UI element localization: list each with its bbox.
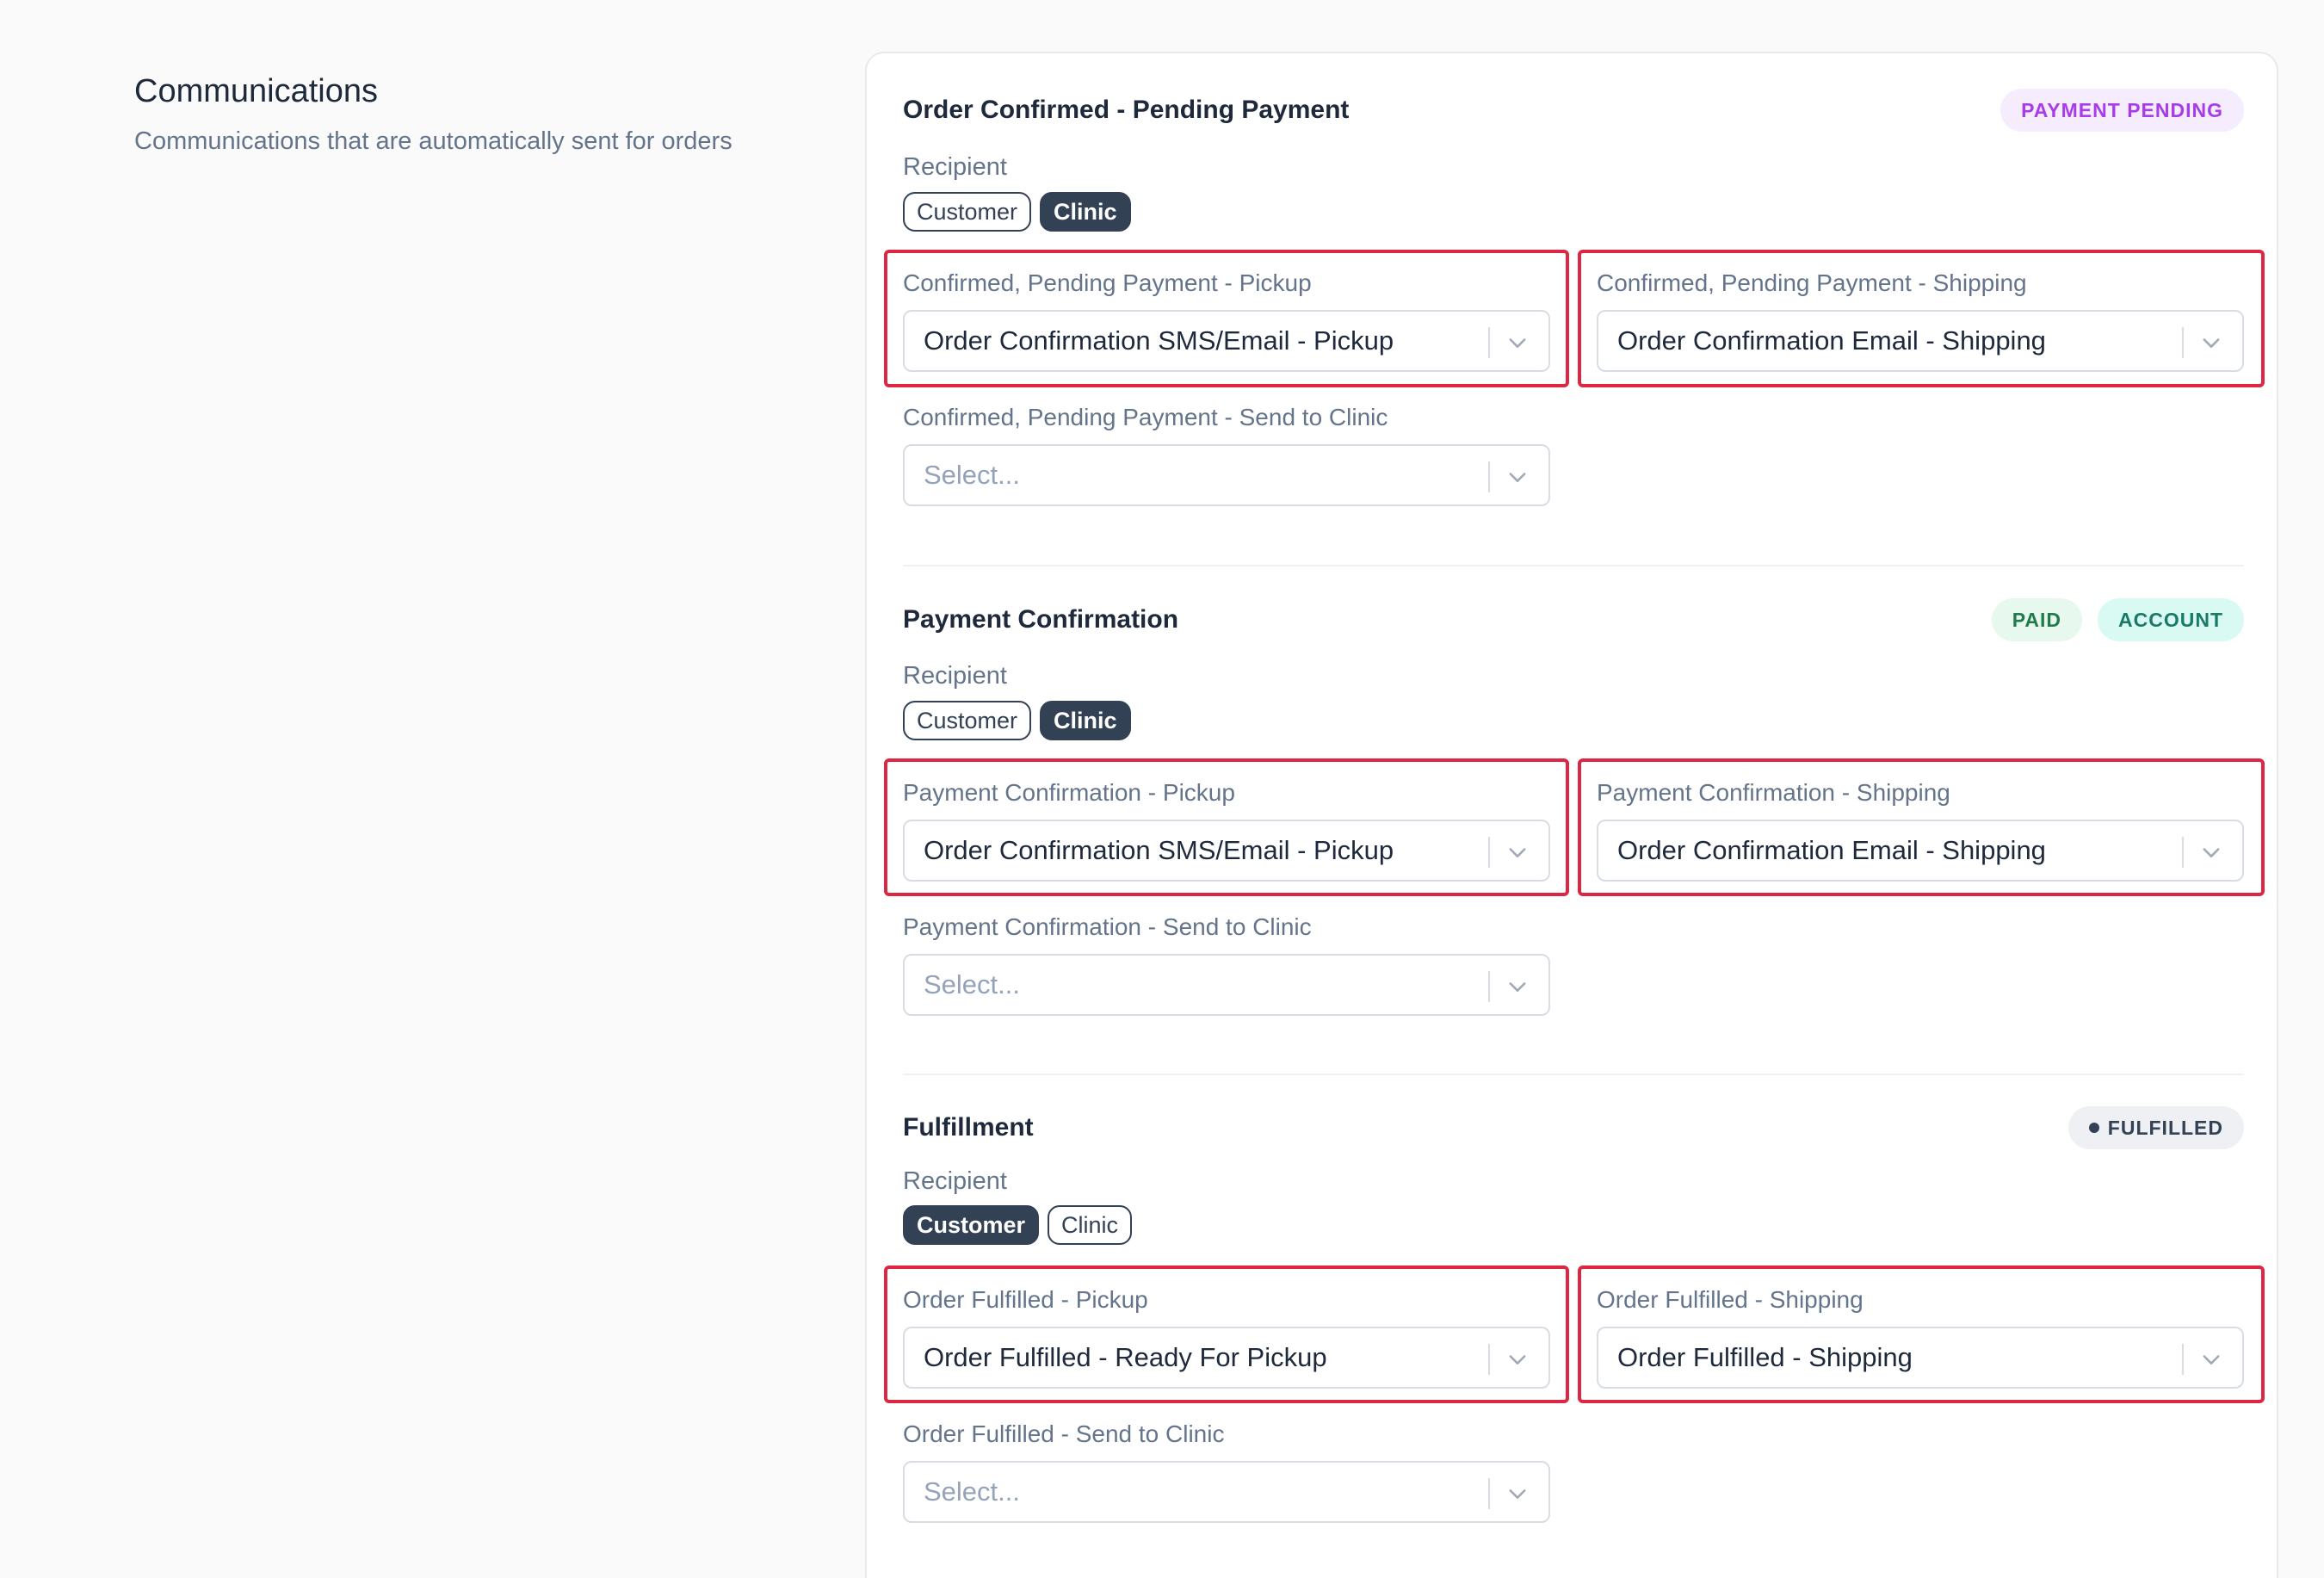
- field-pending-clinic: Confirmed, Pending Payment - Send to Cli…: [903, 403, 1550, 506]
- select-placeholder: Select...: [924, 969, 1020, 999]
- recipient-chip-customer[interactable]: Customer: [903, 1205, 1040, 1245]
- fulfilled-clinic-select[interactable]: Select...: [903, 1461, 1550, 1523]
- chevron-down-icon[interactable]: [1505, 1347, 1530, 1371]
- fulfilled-shipping-select[interactable]: Order Fulfilled - Shipping: [1597, 1327, 2244, 1389]
- field-fulfilled-shipping: Order Fulfilled - Shipping Order Fulfill…: [1597, 1285, 2244, 1389]
- field-label: Order Fulfilled - Shipping: [1597, 1286, 1864, 1313]
- recipient-chips: Customer Clinic: [903, 701, 1131, 740]
- section-title: Order Confirmed - Pending Payment: [903, 96, 1350, 124]
- select-value: Order Fulfilled - Ready For Pickup: [924, 1342, 1327, 1372]
- field-label: Order Fulfilled - Pickup: [903, 1286, 1148, 1313]
- select-separator: [1488, 971, 1490, 1002]
- select-separator: [1488, 1344, 1490, 1375]
- page-subtitle: Communications that are automatically se…: [134, 127, 732, 155]
- badge-label: FULFILLED: [2107, 1116, 2223, 1139]
- status-badge-payment-pending: PAYMENT PENDING: [2000, 89, 2244, 132]
- select-placeholder: Select...: [924, 460, 1020, 490]
- payment-shipping-select[interactable]: Order Confirmation Email - Shipping: [1597, 820, 2244, 882]
- chevron-down-icon[interactable]: [2199, 1347, 2223, 1371]
- badge-label: ACCOUNT: [2118, 608, 2223, 631]
- section-divider: [903, 1074, 2244, 1075]
- pending-shipping-select[interactable]: Order Confirmation Email - Shipping: [1597, 310, 2244, 372]
- payment-pickup-select[interactable]: Order Confirmation SMS/Email - Pickup: [903, 820, 1550, 882]
- recipient-label: Recipient: [903, 153, 1007, 181]
- recipient-chips: Customer Clinic: [903, 1205, 1133, 1245]
- select-separator: [1488, 1478, 1490, 1509]
- recipient-chip-clinic[interactable]: Clinic: [1040, 701, 1131, 740]
- dot-icon: [2088, 1123, 2099, 1133]
- field-fulfilled-pickup: Order Fulfilled - Pickup Order Fulfilled…: [903, 1285, 1550, 1389]
- recipient-label: Recipient: [903, 662, 1007, 690]
- chevron-down-icon[interactable]: [2199, 331, 2223, 355]
- select-separator: [2182, 837, 2184, 868]
- select-value: Order Confirmation Email - Shipping: [1617, 325, 2046, 356]
- field-payment-shipping: Payment Confirmation - Shipping Order Co…: [1597, 778, 2244, 882]
- section-title: Fulfillment: [903, 1113, 1034, 1142]
- page-intro: Communications Communications that are a…: [134, 71, 823, 157]
- select-value: Order Confirmation SMS/Email - Pickup: [924, 835, 1394, 865]
- communications-card: Order Confirmed - Pending Payment PAYMEN…: [865, 52, 2278, 1578]
- select-separator: [2182, 327, 2184, 358]
- chevron-down-icon[interactable]: [1505, 465, 1530, 489]
- field-label: Payment Confirmation - Shipping: [1597, 779, 1950, 806]
- field-pending-pickup: Confirmed, Pending Payment - Pickup Orde…: [903, 269, 1550, 372]
- chevron-down-icon[interactable]: [1505, 975, 1530, 999]
- select-separator: [1488, 837, 1490, 868]
- select-value: Order Fulfilled - Shipping: [1617, 1342, 1913, 1372]
- select-separator: [1488, 327, 1490, 358]
- recipient-chip-customer[interactable]: Customer: [903, 192, 1032, 232]
- recipient-label: Recipient: [903, 1167, 1007, 1195]
- field-label: Confirmed, Pending Payment - Shipping: [1597, 269, 2027, 296]
- field-payment-pickup: Payment Confirmation - Pickup Order Conf…: [903, 778, 1550, 882]
- section-title: Payment Confirmation: [903, 605, 1179, 634]
- recipient-chips: Customer Clinic: [903, 192, 1131, 232]
- field-label: Confirmed, Pending Payment - Pickup: [903, 269, 1312, 296]
- pending-pickup-select[interactable]: Order Confirmation SMS/Email - Pickup: [903, 310, 1550, 372]
- recipient-chip-customer[interactable]: Customer: [903, 701, 1032, 740]
- chevron-down-icon[interactable]: [1505, 840, 1530, 864]
- field-fulfilled-clinic: Order Fulfilled - Send to Clinic Select.…: [903, 1420, 1550, 1523]
- select-separator: [1488, 461, 1490, 492]
- field-label: Payment Confirmation - Send to Clinic: [903, 913, 1312, 940]
- chevron-down-icon[interactable]: [1505, 331, 1530, 355]
- recipient-chip-clinic[interactable]: Clinic: [1040, 192, 1131, 232]
- select-value: Order Confirmation Email - Shipping: [1617, 835, 2046, 865]
- page-title: Communications: [134, 73, 378, 109]
- field-pending-shipping: Confirmed, Pending Payment - Shipping Or…: [1597, 269, 2244, 372]
- chevron-down-icon[interactable]: [2199, 840, 2223, 864]
- chevron-down-icon[interactable]: [1505, 1482, 1530, 1506]
- select-placeholder: Select...: [924, 1476, 1020, 1507]
- status-badge-account: ACCOUNT: [2098, 598, 2244, 641]
- badge-label: PAYMENT PENDING: [2021, 98, 2223, 121]
- field-label: Payment Confirmation - Pickup: [903, 779, 1235, 806]
- section-divider: [903, 565, 2244, 566]
- status-badge-fulfilled: FULFILLED: [2067, 1106, 2244, 1149]
- status-badge-paid: PAID: [1991, 598, 2082, 641]
- badge-label: PAID: [2012, 608, 2061, 631]
- field-label: Order Fulfilled - Send to Clinic: [903, 1420, 1225, 1447]
- field-payment-clinic: Payment Confirmation - Send to Clinic Se…: [903, 913, 1550, 1016]
- field-label: Confirmed, Pending Payment - Send to Cli…: [903, 404, 1388, 430]
- recipient-chip-clinic[interactable]: Clinic: [1048, 1205, 1133, 1245]
- pending-clinic-select[interactable]: Select...: [903, 444, 1550, 506]
- fulfilled-pickup-select[interactable]: Order Fulfilled - Ready For Pickup: [903, 1327, 1550, 1389]
- select-value: Order Confirmation SMS/Email - Pickup: [924, 325, 1394, 356]
- select-separator: [2182, 1344, 2184, 1375]
- payment-clinic-select[interactable]: Select...: [903, 954, 1550, 1016]
